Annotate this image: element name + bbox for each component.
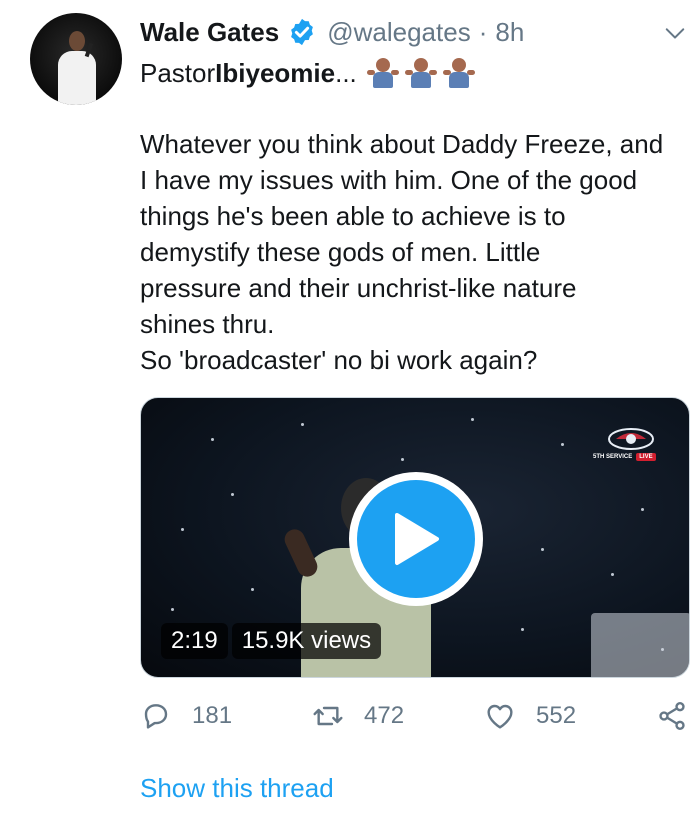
broadcast-logo-icon [608,428,654,450]
video-views: 15.9K views [231,623,382,659]
reply-icon [144,704,168,729]
share-action[interactable] [656,696,688,736]
tweet-body: Whatever you think about Daddy Freeze, a… [140,126,690,378]
reply-action[interactable]: 181 [140,696,232,736]
author-handle[interactable]: @walegates [327,17,470,48]
tweet-line: shines thru. [140,309,275,339]
show-thread-link[interactable]: Show this thread [140,773,334,804]
service-label: 5TH SERVICE [593,454,633,460]
author-name[interactable]: Wale Gates [140,17,279,48]
tweet-line: I have my issues with him. One of the go… [140,165,638,195]
emoji-group [366,58,475,88]
man-shrugging-emoji-icon [366,58,399,88]
first-line-prefix: Pastor [140,58,216,88]
video-meta: 2:19 15.9K views [161,623,382,659]
tweet-line: pressure and their unchrist-like nature [140,273,577,303]
avatar-shirt [58,51,96,105]
video-duration: 2:19 [161,623,228,659]
retweet-action[interactable]: 472 [312,696,404,736]
play-button[interactable] [349,472,483,606]
video-podium [591,613,689,677]
man-shrugging-emoji-icon [404,58,437,88]
tweet-header: Wale Gates @walegates · 8h [140,14,524,50]
like-count: 552 [536,702,577,729]
tweet-timestamp[interactable]: 8h [495,17,524,48]
tweet-first-line: Pastor Ibiyeomie ... [140,56,475,90]
tweet-line: demystify these gods of men. Little [140,237,541,267]
reply-count: 181 [192,702,233,729]
play-icon [357,480,475,598]
like-action[interactable]: 552 [484,696,576,736]
avatar[interactable] [30,13,122,105]
first-line-ellipsis: ... [335,58,357,88]
tweet-line: Whatever you think about Daddy Freeze, a… [140,129,664,159]
live-badge: LIVE [636,453,656,461]
separator-dot: · [478,16,488,47]
share-icon [659,702,685,730]
avatar-head [69,31,85,51]
first-line-bold-name: Ibiyeomie [215,58,336,88]
tweet-line: So 'broadcaster' no bi work again? [140,345,538,375]
retweet-icon [313,706,343,726]
man-shrugging-emoji-icon [442,58,475,88]
live-indicator: 5TH SERVICE LIVE [593,453,656,461]
tweet-line: things he's been able to achieve is to [140,201,566,231]
chevron-down-icon[interactable] [664,22,686,44]
verified-badge-icon [291,18,314,46]
heart-icon [487,704,513,729]
tweet-actions: 181 472 552 [0,696,690,736]
video-player[interactable]: 5TH SERVICE LIVE 2:19 15.9K views [140,397,690,678]
retweet-count: 472 [364,702,405,729]
